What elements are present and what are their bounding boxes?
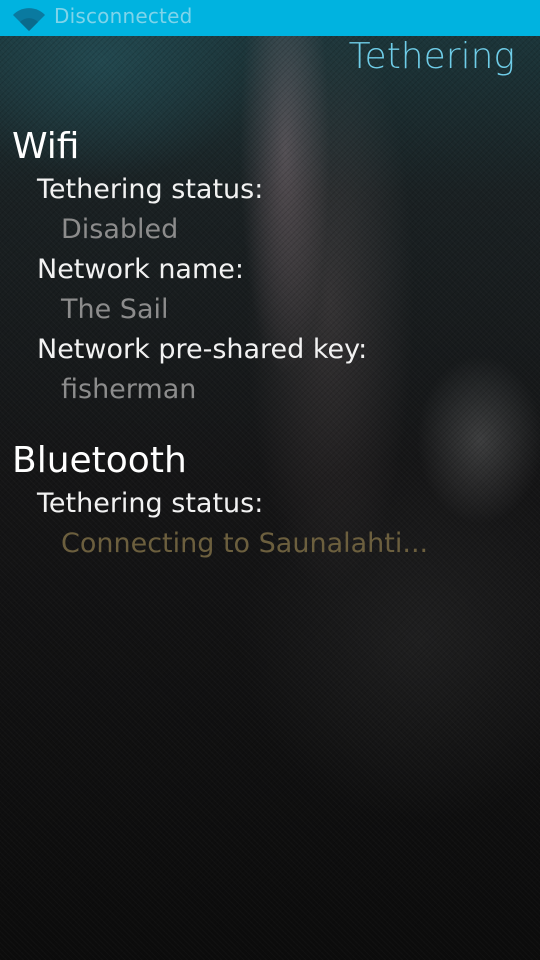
wifi-section-heading: Wifi	[12, 126, 80, 167]
bluetooth-tethering-status-label: Tethering status:	[37, 488, 264, 519]
wifi-network-key-value: fisherman	[61, 374, 197, 405]
bluetooth-tethering-status-value: Connecting to Saunalahti...	[61, 528, 429, 559]
bluetooth-section-heading: Bluetooth	[12, 440, 187, 481]
wifi-network-name-value: The Sail	[61, 294, 169, 325]
status-bar[interactable]: Disconnected	[0, 0, 540, 36]
wifi-tethering-status-label: Tethering status:	[37, 174, 264, 205]
wifi-network-key-label: Network pre-shared key:	[37, 334, 368, 365]
wifi-tethering-status-value: Disabled	[61, 214, 179, 245]
wifi-network-name-label: Network name:	[37, 254, 244, 285]
wifi-icon	[13, 8, 45, 31]
page-title: Tethering	[348, 36, 515, 77]
connection-status-text: Disconnected	[54, 4, 193, 28]
